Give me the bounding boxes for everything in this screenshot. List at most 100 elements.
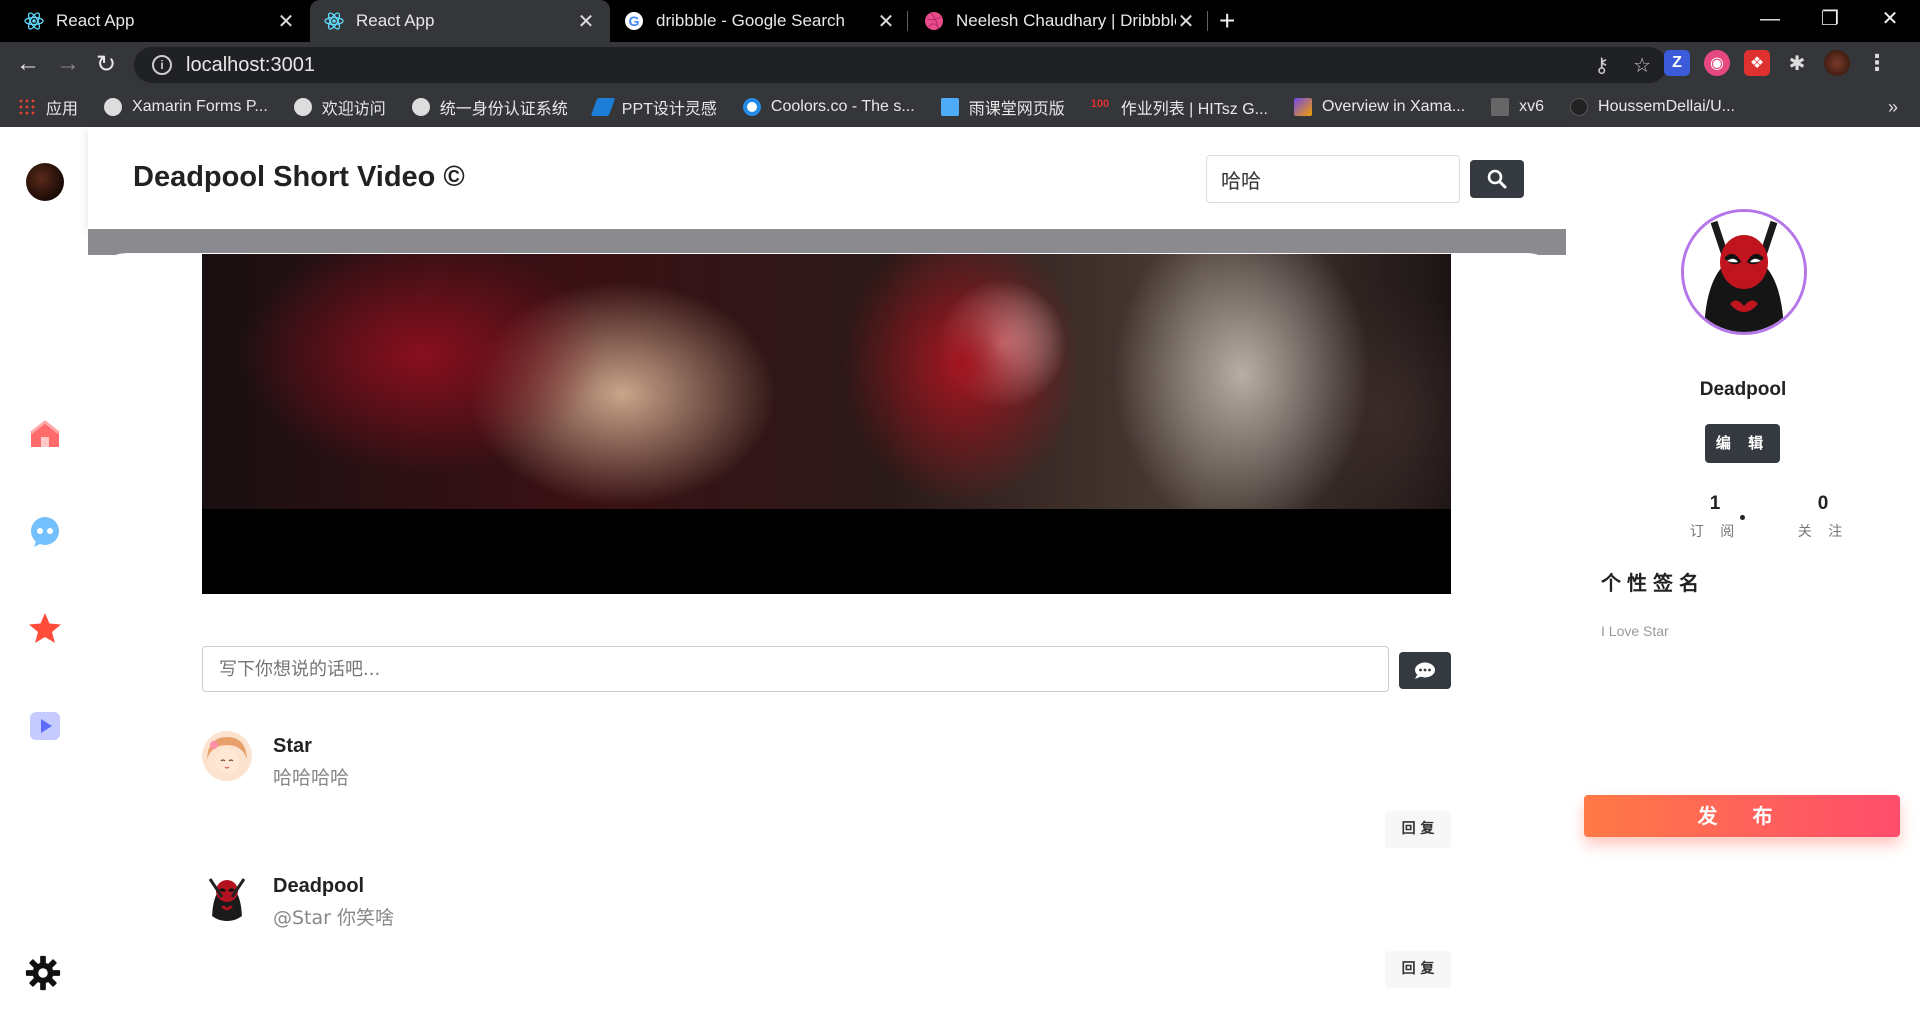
puzzle-extensions-icon[interactable]: ✱	[1784, 50, 1810, 76]
tab-react-app-1[interactable]: React App ✕	[10, 0, 310, 42]
reload-icon[interactable]: ↻	[96, 50, 116, 79]
bookmark-welcome[interactable]: 欢迎访问	[293, 95, 386, 119]
globe-icon	[293, 98, 312, 116]
new-tab-button[interactable]: +	[1219, 5, 1235, 37]
bookmark-xv6[interactable]: xv6	[1491, 98, 1544, 116]
close-icon[interactable]: ✕	[876, 9, 896, 34]
hundred-icon: 100	[1090, 98, 1110, 110]
close-icon[interactable]: ✕	[276, 9, 296, 34]
bookmark-ppt-design[interactable]: PPT设计灵感	[590, 95, 717, 119]
tab-react-app-2[interactable]: React App ✕	[310, 0, 610, 42]
bookmark-label: 应用	[46, 101, 79, 118]
header-divider	[88, 229, 1566, 255]
follow-label: 关 注	[1797, 524, 1849, 540]
subscribe-stat[interactable]: 1 订 阅	[1685, 493, 1745, 541]
svg-text:G: G	[629, 13, 640, 29]
user-avatar[interactable]	[26, 163, 64, 201]
red-extension-icon[interactable]: ❖	[1744, 50, 1770, 76]
signature-title: 个性签名	[1601, 571, 1705, 595]
star-favorites-icon[interactable]	[26, 609, 64, 647]
comment-input[interactable]	[202, 646, 1389, 692]
reply-button[interactable]: 回 复	[1385, 951, 1451, 988]
video-play-icon[interactable]	[26, 707, 64, 745]
bookmark-label: 统一身份认证系统	[439, 101, 568, 118]
left-sidebar	[0, 127, 88, 1030]
coolors-icon	[742, 98, 761, 116]
react-icon	[324, 11, 344, 31]
bookmark-label: Overview in Xama...	[1321, 98, 1466, 115]
bookmark-github[interactable]: HoussemDellai/U...	[1570, 98, 1735, 116]
bookmark-label: 雨课堂网页版	[968, 101, 1065, 118]
bookmark-label: 作业列表 | HITsz G...	[1120, 101, 1268, 118]
video-frame	[202, 254, 1451, 509]
info-icon[interactable]: i	[152, 55, 172, 75]
dribbble-icon	[924, 11, 944, 31]
tab-title: Neelesh Chaudhary | Dribbble	[956, 11, 1176, 30]
bookmark-label: Xamarin Forms P...	[132, 98, 268, 115]
bookmark-rain-classroom[interactable]: 雨课堂网页版	[940, 95, 1065, 119]
profile-avatar[interactable]	[1681, 209, 1807, 335]
bookmark-label: PPT设计灵感	[621, 101, 717, 118]
menu-kebab-icon[interactable]: ⋮	[1864, 50, 1890, 76]
restore-icon[interactable]: ❐	[1800, 0, 1860, 42]
react-icon	[24, 11, 44, 31]
octo-extension-icon[interactable]: ◉	[1704, 50, 1730, 76]
bookmark-auth-system[interactable]: 统一身份认证系统	[411, 95, 568, 119]
star-bookmark-icon[interactable]: ☆	[1633, 53, 1651, 78]
profile-avatar-icon[interactable]	[1824, 50, 1850, 76]
zotero-extension-icon[interactable]: Z	[1664, 50, 1690, 76]
key-icon[interactable]: ⚷	[1594, 53, 1609, 78]
page-title: Deadpool Short Video ©	[133, 161, 465, 193]
close-icon[interactable]: ✕	[1176, 9, 1196, 34]
home-icon[interactable]	[26, 415, 64, 453]
comment-text: @Star 你笑啥	[273, 907, 395, 929]
globe-icon	[411, 98, 430, 116]
avatar	[202, 731, 252, 781]
search-input[interactable]	[1206, 155, 1460, 203]
feather-icon	[590, 98, 616, 116]
github-icon	[1570, 98, 1589, 116]
pdos-icon	[1491, 98, 1510, 116]
follow-stat[interactable]: 0 关 注	[1793, 493, 1853, 541]
window-controls: — ❐ ✕	[1740, 0, 1920, 42]
avatar	[202, 871, 252, 921]
publish-button[interactable]: 发 布	[1584, 795, 1900, 837]
browser-toolbar: ← → ↻ i localhost:3001 ⚷ ☆ Z ◉ ❖ ✱ ⋮	[0, 42, 1920, 87]
video-player[interactable]	[202, 254, 1451, 594]
send-comment-button[interactable]	[1399, 652, 1451, 689]
tab-title: React App	[56, 11, 135, 30]
rain-classroom-icon	[940, 98, 959, 116]
comment-author: Deadpool	[273, 875, 365, 897]
tab-dribbble-search[interactable]: G dribbble - Google Search ✕	[610, 0, 910, 42]
search-icon	[1487, 169, 1507, 189]
edit-profile-button[interactable]: 编 辑	[1705, 424, 1780, 463]
stat-separator-dot	[1740, 515, 1745, 520]
back-arrow-icon[interactable]: ←	[16, 50, 40, 78]
bookmark-apps[interactable]: 应用	[18, 95, 78, 119]
close-window-icon[interactable]: ✕	[1860, 0, 1920, 42]
follow-count: 0	[1817, 493, 1829, 514]
address-bar[interactable]: i localhost:3001 ⚷ ☆	[134, 47, 1667, 83]
bookmark-homework-list[interactable]: 100 作业列表 | HITsz G...	[1091, 95, 1268, 119]
tab-title: dribbble - Google Search	[656, 11, 846, 30]
top-header: Deadpool Short Video ©	[88, 127, 1566, 229]
settings-gear-icon[interactable]	[24, 954, 62, 992]
bookmark-coolors[interactable]: Coolors.co - The s...	[742, 98, 915, 116]
bookmark-xamarin-overview[interactable]: Overview in Xama...	[1293, 98, 1466, 116]
reply-button[interactable]: 回 复	[1385, 811, 1451, 848]
signature-text: I Love Star	[1601, 623, 1669, 639]
comment-author: Star	[273, 735, 312, 757]
comment-bubble-icon	[1415, 662, 1435, 679]
search-button[interactable]	[1470, 160, 1524, 198]
minimize-icon[interactable]: —	[1740, 0, 1800, 42]
profile-panel: Deadpool 编 辑 1 订 阅 0 关 注 个性签名 I Love Sta…	[1566, 127, 1920, 1030]
bookmarks-overflow-icon[interactable]: »	[1888, 97, 1898, 118]
forward-arrow-icon[interactable]: →	[56, 50, 80, 78]
bookmark-xamarin-forms[interactable]: Xamarin Forms P...	[104, 98, 268, 116]
subscribe-label: 订 阅	[1689, 524, 1741, 540]
tab-dribbble-profile[interactable]: Neelesh Chaudhary | Dribbble ✕	[910, 0, 1210, 42]
bookmark-label: HoussemDellai/U...	[1598, 98, 1735, 115]
chat-icon[interactable]	[26, 513, 64, 551]
close-icon[interactable]: ✕	[576, 9, 596, 34]
profile-name: Deadpool	[1699, 379, 1787, 400]
